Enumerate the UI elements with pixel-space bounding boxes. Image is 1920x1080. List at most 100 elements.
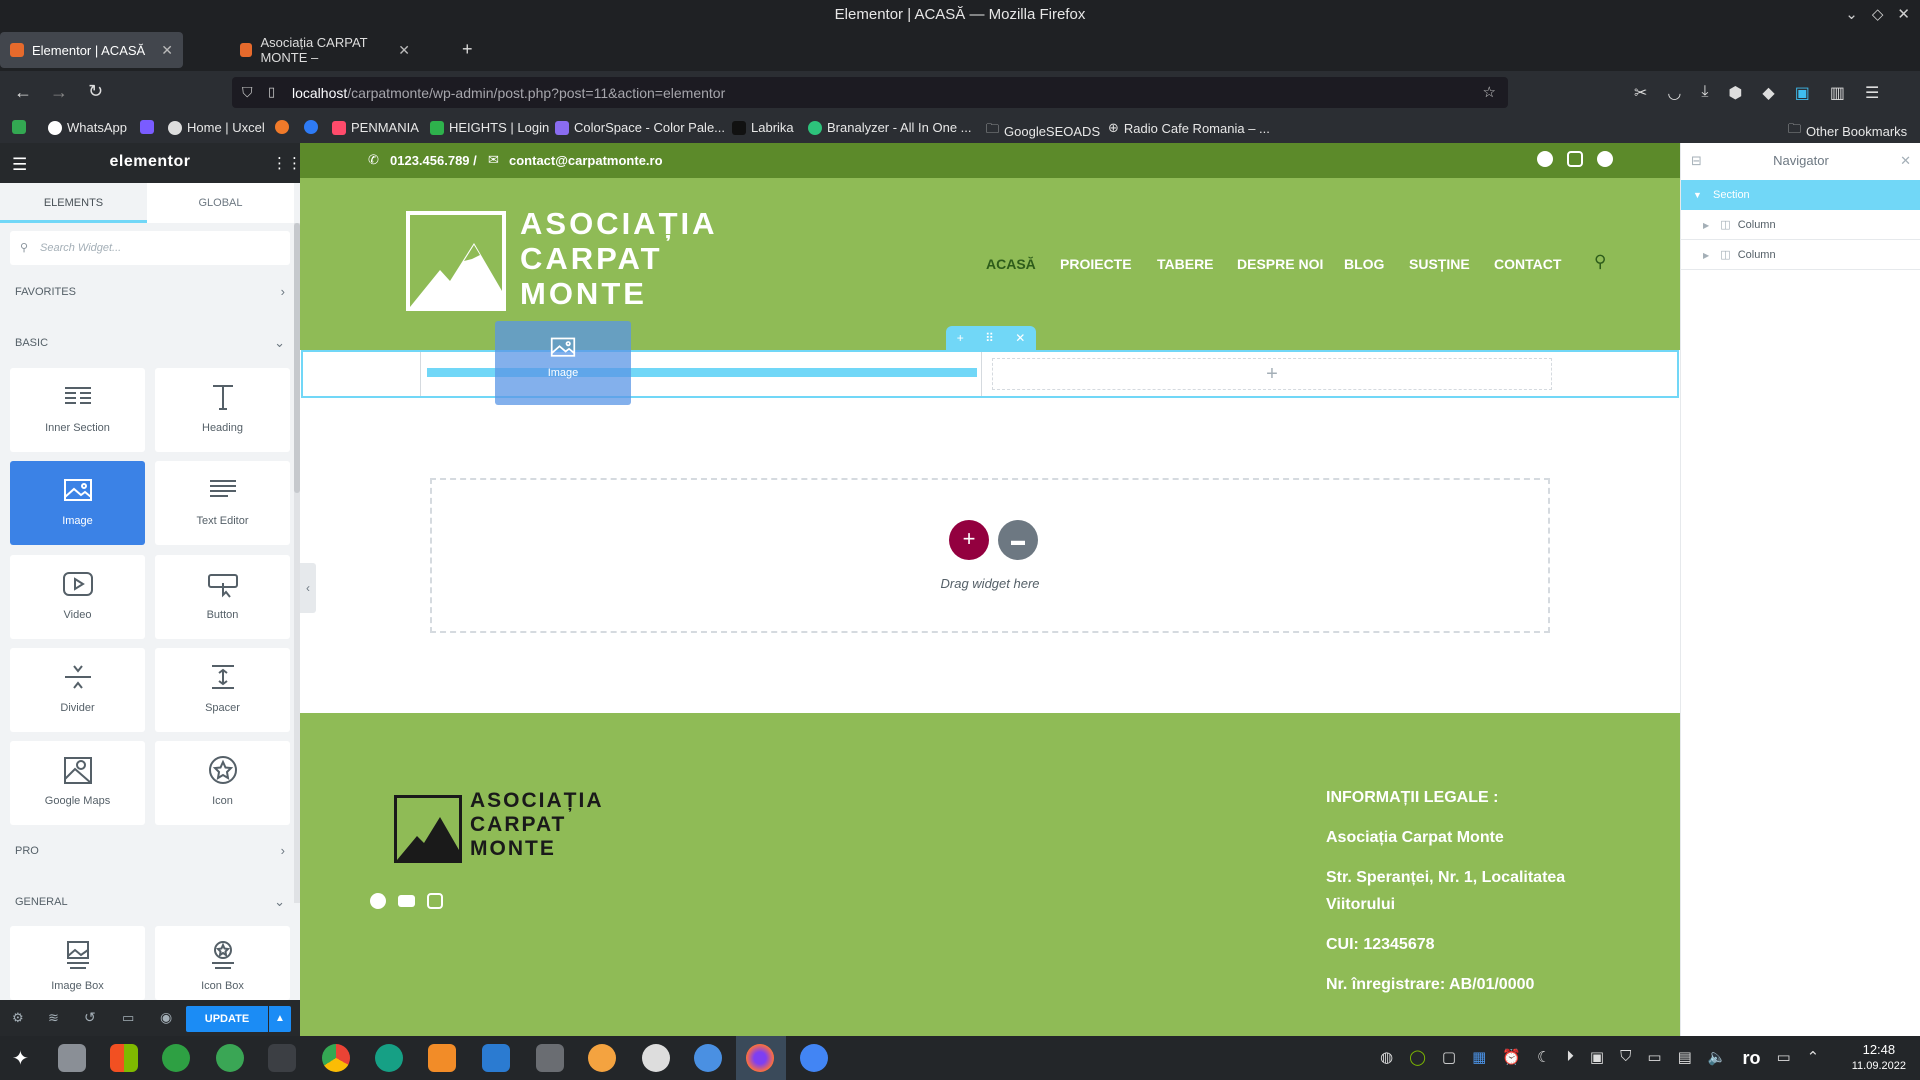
- tray-icon[interactable]: ▭: [1647, 1048, 1661, 1069]
- keyboard-layout[interactable]: ro: [1742, 1048, 1760, 1069]
- bookmark-item[interactable]: HEIGHTS | Login: [430, 120, 549, 135]
- tray-icon[interactable]: ▦: [1472, 1048, 1486, 1069]
- shield-icon[interactable]: ⛉: [242, 84, 253, 101]
- facebook-icon[interactable]: [1537, 151, 1553, 167]
- tray-icon[interactable]: ◯: [1409, 1048, 1426, 1069]
- tab-global[interactable]: GLOBAL: [147, 183, 294, 223]
- nav-despre-noi[interactable]: DESPRE NOI: [1237, 256, 1323, 272]
- close-tab-icon[interactable]: ✕: [398, 42, 410, 59]
- history-icon[interactable]: ↺: [84, 1009, 96, 1026]
- app-icon[interactable]: [162, 1044, 190, 1072]
- add-template-folder-icon[interactable]: ▬: [998, 520, 1038, 560]
- bookmark-item[interactable]: Home | Uxcel: [168, 120, 265, 135]
- widget-icon-box[interactable]: Icon Box: [155, 926, 290, 1000]
- bookmark-item[interactable]: PENMANIA: [332, 120, 419, 135]
- widget-button[interactable]: Button: [155, 555, 290, 639]
- amazon-icon[interactable]: [642, 1044, 670, 1072]
- close-window-icon[interactable]: ✕: [1897, 0, 1910, 29]
- update-options-caret-icon[interactable]: ▲: [269, 1006, 291, 1032]
- widget-image[interactable]: Image: [10, 461, 145, 545]
- youtube-icon[interactable]: [398, 895, 415, 907]
- update-button[interactable]: UPDATE: [186, 1006, 268, 1032]
- app-icon[interactable]: [694, 1044, 722, 1072]
- volume-icon[interactable]: 🔈: [1708, 1048, 1727, 1069]
- category-pro[interactable]: PRO ›: [15, 843, 285, 858]
- bookmark-item[interactable]: ⊕ Radio Cafe Romania – ...: [1108, 120, 1270, 136]
- add-new-section-button[interactable]: +: [949, 520, 989, 560]
- library-icon[interactable]: ▥: [1830, 83, 1845, 103]
- browser-tab-carpatmonte[interactable]: Asociația CARPAT MONTE – ✕: [230, 32, 420, 68]
- chromium-icon[interactable]: [800, 1044, 828, 1072]
- widget-spacer[interactable]: Spacer: [155, 648, 290, 732]
- app-icon[interactable]: [588, 1044, 616, 1072]
- screenshot-icon[interactable]: [536, 1044, 564, 1072]
- clipboard-icon[interactable]: ▤: [1678, 1048, 1692, 1069]
- office-icon[interactable]: [110, 1044, 138, 1072]
- extension-icon[interactable]: ◆: [1762, 83, 1774, 103]
- bookmark-item[interactable]: ColorSpace - Color Pale...: [555, 120, 725, 135]
- forward-icon[interactable]: →: [50, 82, 68, 103]
- file-manager-icon[interactable]: [58, 1044, 86, 1072]
- settings-gear-icon[interactable]: ⚙: [12, 1010, 24, 1026]
- tray-icon[interactable]: ▣: [1590, 1048, 1604, 1069]
- display-icon[interactable]: ▭: [1776, 1048, 1790, 1069]
- close-navigator-icon[interactable]: ✕: [1900, 143, 1911, 179]
- category-general[interactable]: GENERAL ⌄: [15, 894, 285, 909]
- other-bookmarks[interactable]: 🗀 Other Bookmarks: [1788, 120, 1907, 142]
- add-section-icon[interactable]: +: [957, 331, 964, 345]
- pocket-icon[interactable]: ◡: [1667, 83, 1681, 103]
- save-icon[interactable]: ▣: [1795, 83, 1810, 103]
- app-icon[interactable]: [375, 1044, 403, 1072]
- bookmark-item[interactable]: Labrika: [732, 120, 794, 135]
- widget-text-editor[interactable]: Text Editor: [155, 461, 290, 545]
- navigator-item-column[interactable]: ▶ ◫ Column: [1681, 240, 1920, 270]
- rss-icon[interactable]: [428, 1044, 456, 1072]
- extension-icon[interactable]: ✂: [1634, 83, 1647, 103]
- bookmark-item[interactable]: [275, 120, 294, 134]
- widget-image-box[interactable]: Image Box: [10, 926, 145, 1000]
- search-widget-input[interactable]: ⚲ Search Widget...: [10, 231, 290, 265]
- widget-icon[interactable]: Icon: [155, 741, 290, 825]
- drag-handle-icon[interactable]: ⠿: [985, 331, 994, 345]
- category-basic[interactable]: BASIC ⌄: [15, 335, 285, 350]
- nav-sustine[interactable]: SUSȚINE: [1409, 256, 1470, 272]
- navigator-item-section[interactable]: ▼ Section: [1681, 180, 1920, 210]
- navigator-item-column[interactable]: ▶ ◫ Column: [1681, 210, 1920, 240]
- browser-tab-elementor[interactable]: Elementor | ACASĂ ✕: [0, 32, 183, 68]
- widget-divider[interactable]: Divider: [10, 648, 145, 732]
- youtube-icon[interactable]: [1597, 151, 1613, 167]
- nav-blog[interactable]: BLOG: [1344, 256, 1384, 272]
- maps-pin-icon[interactable]: [216, 1044, 244, 1072]
- firefox-icon[interactable]: [746, 1044, 774, 1072]
- widget-google-maps[interactable]: Google Maps: [10, 741, 145, 825]
- nav-proiecte[interactable]: PROIECTE: [1060, 256, 1132, 272]
- collapse-all-icon[interactable]: ⊟: [1691, 143, 1702, 179]
- nav-contact[interactable]: CONTACT: [1494, 256, 1561, 272]
- menu-icon[interactable]: ☰: [1865, 83, 1879, 103]
- nav-tabere[interactable]: TABERE: [1157, 256, 1214, 272]
- category-favorites[interactable]: FAVORITES ›: [15, 284, 285, 299]
- bookmark-item[interactable]: Branalyzer - All In One ...: [808, 120, 972, 135]
- responsive-mode-icon[interactable]: ▭: [122, 1010, 134, 1026]
- shield-icon[interactable]: ⛉: [1620, 1048, 1631, 1069]
- night-mode-icon[interactable]: ☾: [1537, 1048, 1550, 1069]
- widget-video[interactable]: Video: [10, 555, 145, 639]
- search-icon[interactable]: ⚲: [1594, 252, 1606, 272]
- add-section-dropzone[interactable]: + ▬ Drag widget here: [430, 478, 1550, 633]
- maximize-icon[interactable]: ◇: [1872, 0, 1884, 29]
- bookmark-star-icon[interactable]: ☆: [1483, 83, 1496, 101]
- bookmark-item[interactable]: [12, 120, 31, 134]
- collapse-panel-toggle[interactable]: ‹: [300, 563, 316, 613]
- media-icon[interactable]: ⏵: [1566, 1048, 1574, 1069]
- reload-icon[interactable]: ↻: [88, 81, 103, 102]
- widget-heading[interactable]: Heading: [155, 368, 290, 452]
- app-icon[interactable]: [482, 1044, 510, 1072]
- bookmark-item[interactable]: [140, 120, 159, 134]
- new-tab-icon[interactable]: +: [462, 39, 473, 60]
- facebook-icon[interactable]: [370, 893, 386, 909]
- tray-icon[interactable]: ◍: [1380, 1048, 1393, 1069]
- terminal-icon[interactable]: [268, 1044, 296, 1072]
- navigator-layers-icon[interactable]: ≋: [48, 1010, 59, 1026]
- bookmark-folder[interactable]: 🗀 GoogleSEOADS: [986, 120, 1100, 142]
- close-tab-icon[interactable]: ✕: [161, 42, 173, 59]
